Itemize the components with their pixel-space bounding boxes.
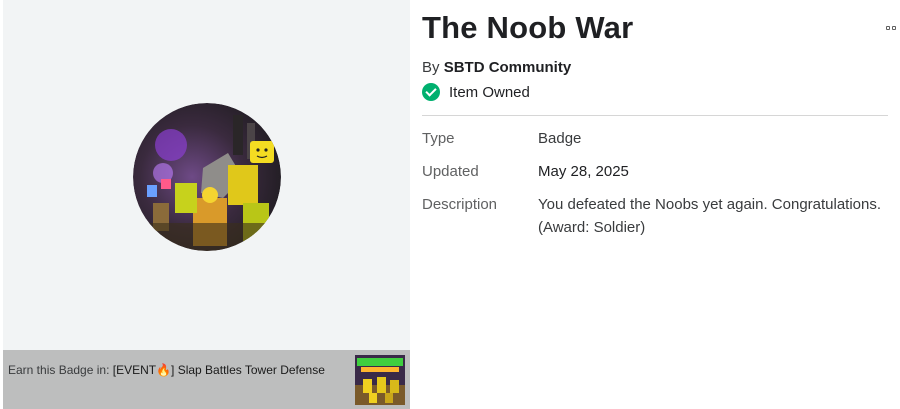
owned-status-label: Item Owned (449, 83, 530, 101)
type-value: Badge (538, 130, 582, 147)
updated-value: May 28, 2025 (538, 163, 629, 180)
badge-image (133, 103, 281, 251)
creator-link[interactable]: SBTD Community (444, 59, 572, 76)
owned-status: Item Owned (422, 82, 530, 102)
type-label: Type (422, 130, 455, 147)
game-link[interactable]: [EVENT🔥] Slap Battles Tower Defense (113, 363, 325, 377)
earn-badge-text: Earn this Badge in: [EVENT🔥] Slap Battle… (8, 363, 325, 377)
description-label: Description (422, 196, 498, 213)
earn-prefix: Earn this Badge in: (8, 363, 110, 377)
badge-image-panel: Earn this Badge in: [EVENT🔥] Slap Battle… (3, 0, 410, 409)
more-options-icon[interactable] (886, 26, 900, 32)
creator-prefix: By (422, 59, 440, 76)
badge-title: The Noob War (422, 10, 634, 45)
checkmark-circle-icon (422, 83, 440, 101)
earn-badge-bar: Earn this Badge in: [EVENT🔥] Slap Battle… (3, 350, 410, 409)
creator-line: By SBTD Community (422, 59, 571, 76)
badge-details: The Noob War By SBTD Community Item Owne… (422, 0, 900, 409)
divider (422, 115, 888, 116)
game-thumbnail[interactable] (355, 355, 405, 405)
description-value: You defeated the Noobs yet again. Congra… (538, 196, 882, 236)
updated-label: Updated (422, 163, 479, 180)
